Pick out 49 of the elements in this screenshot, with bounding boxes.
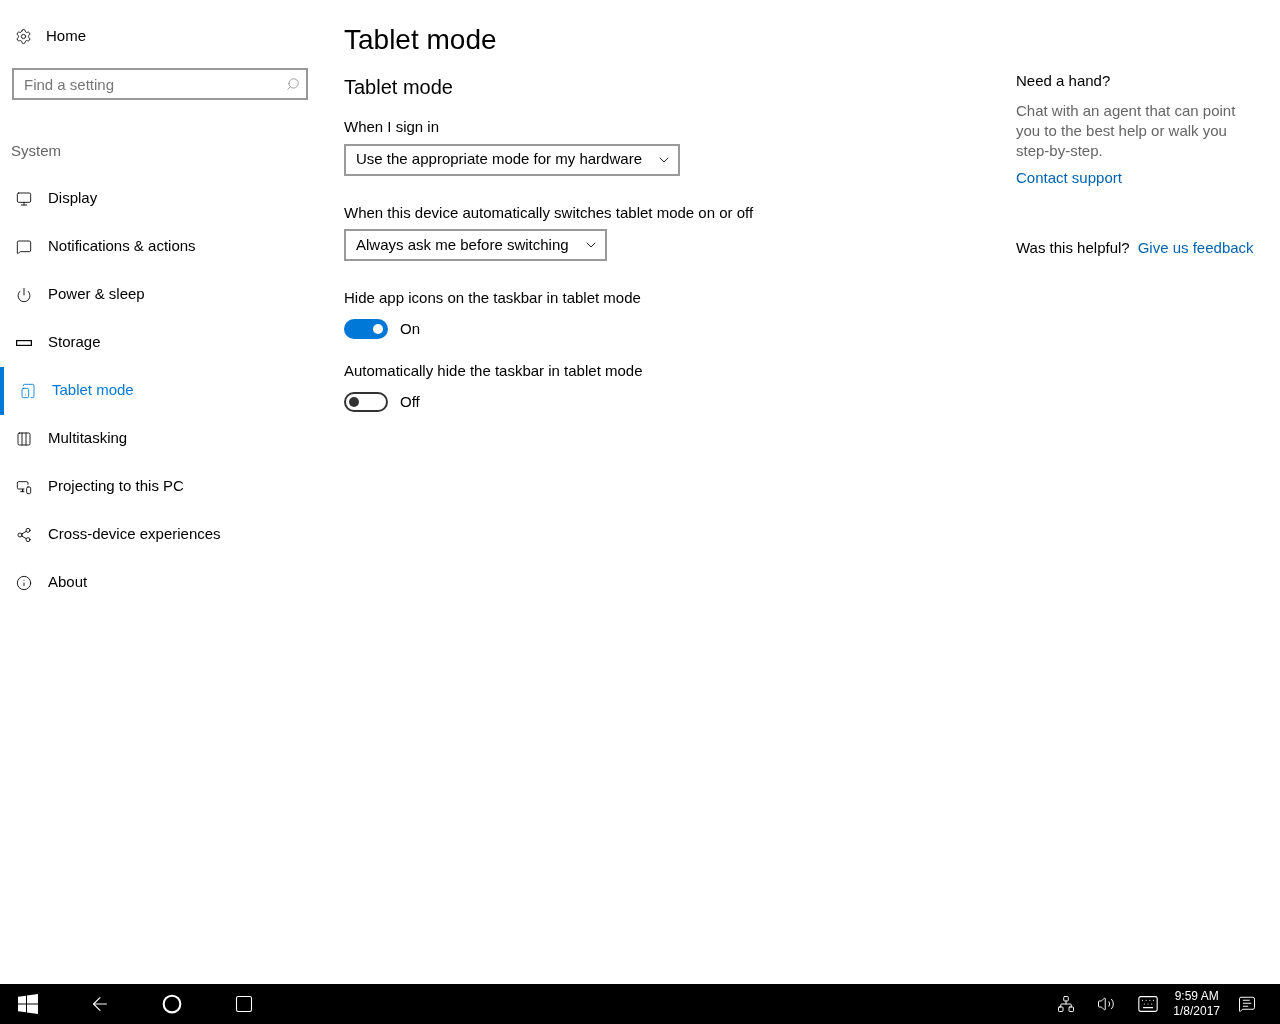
sidebar-item[interactable]: Storage xyxy=(0,318,320,367)
power-icon xyxy=(16,286,32,303)
toggle-state: Off xyxy=(400,391,420,412)
network-nodes-icon xyxy=(16,526,32,543)
setting-label: When this device automatically switches tablet mode on or off xyxy=(344,202,755,223)
section-header: System xyxy=(10,141,62,161)
speech-bubble-icon xyxy=(16,238,32,255)
sidebar-item[interactable]: Power & sleep xyxy=(0,270,320,319)
contact-support-link[interactable]: Contact support xyxy=(1016,166,1280,189)
sidebar-item[interactable]: Notifications & actions xyxy=(0,222,320,271)
toggle-switch[interactable] xyxy=(344,318,388,339)
notifications-icon[interactable] xyxy=(1238,995,1256,1013)
circle-icon xyxy=(162,994,182,1014)
toggle-state: On xyxy=(400,318,420,339)
help-text: Chat with an agent that can point you to the best help or walk you step-by-step. xyxy=(1016,100,1237,161)
page-title: Tablet mode xyxy=(344,23,498,57)
network-icon[interactable] xyxy=(1057,995,1076,1013)
dropdown[interactable]: Always ask me before switching xyxy=(344,229,607,261)
search-icon xyxy=(286,77,300,91)
setting-label: Hide app icons on the taskbar in tablet mode xyxy=(344,288,642,308)
settings-icon xyxy=(15,27,32,45)
feedback-question: Was this helpful? xyxy=(1016,238,1130,258)
info-icon xyxy=(16,574,32,591)
clock-date[interactable]: 1/8/2017 xyxy=(1173,1004,1220,1019)
tablet-icon xyxy=(20,382,36,399)
sidebar-item[interactable]: Display xyxy=(0,174,320,223)
search-field[interactable]: Find a setting xyxy=(12,68,308,100)
help-title: Need a hand? xyxy=(1016,71,1112,91)
screens-icon xyxy=(16,478,32,495)
section-title: Tablet mode xyxy=(344,75,454,100)
task-view-icon xyxy=(234,994,254,1014)
monitor-icon xyxy=(16,190,32,207)
storage-bar-icon xyxy=(16,339,32,346)
dropdown[interactable]: Use the appropriate mode for my hardware xyxy=(344,143,680,176)
sidebar-item[interactable]: Projecting to this PC xyxy=(0,462,320,511)
clock-time[interactable]: 9:59 AM xyxy=(1174,989,1219,1004)
sidebar-item[interactable]: Multitasking xyxy=(0,414,320,463)
setting-label: Automatically hide the taskbar in tablet mode xyxy=(344,361,644,381)
home-link[interactable]: Home xyxy=(0,26,320,46)
sidebar-item[interactable]: Tablet mode xyxy=(0,366,320,415)
sidebar-item[interactable]: About xyxy=(0,558,320,607)
window-stack-icon xyxy=(16,430,32,447)
toggle-switch[interactable] xyxy=(344,391,388,412)
setting-label: When I sign in xyxy=(344,117,441,137)
sidebar-item[interactable]: Cross-device experiences xyxy=(0,510,320,559)
feedback-link[interactable]: Give us feedback xyxy=(1137,237,1254,260)
keyboard-icon[interactable] xyxy=(1137,993,1160,1015)
windows-logo-icon xyxy=(18,994,38,1014)
volume-icon[interactable] xyxy=(1097,995,1116,1013)
